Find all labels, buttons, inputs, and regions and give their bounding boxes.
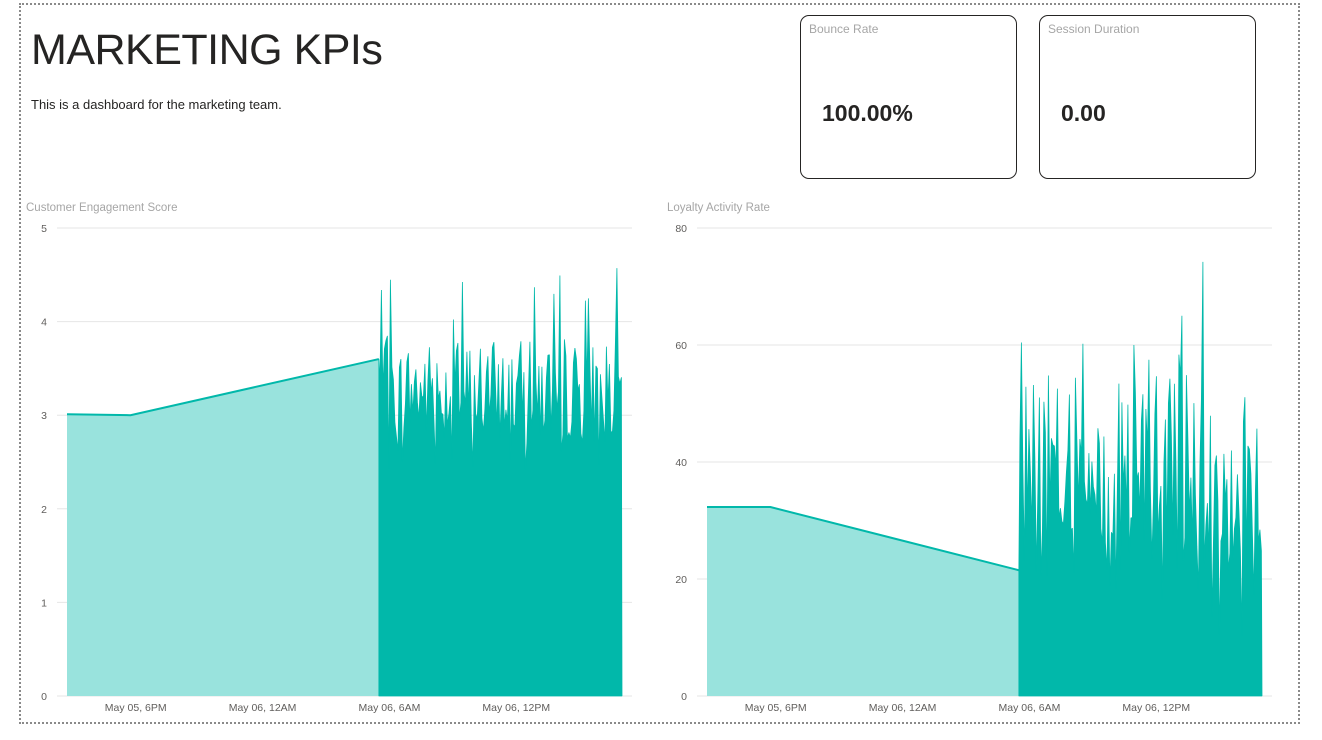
x-tick-label: May 06, 6AM [998,702,1060,714]
loyalty-activity-chart[interactable]: Loyalty Activity Rate 0 20 40 60 80 May 05, 6P… [0,0,1322,740]
y-tick-label: 20 [675,574,687,586]
x-tick-label: May 06, 12PM [1122,702,1190,714]
x-tick-label: May 05, 6PM [745,702,807,714]
area-fill [707,507,1019,696]
dense-series-area [1018,261,1263,697]
y-tick-label: 60 [675,340,687,352]
y-tick-label: 40 [675,457,687,469]
x-tick-label: May 06, 12AM [869,702,937,714]
y-tick-label: 0 [681,691,687,703]
y-tick-label: 80 [675,223,687,235]
chart-title: Loyalty Activity Rate [667,202,770,214]
